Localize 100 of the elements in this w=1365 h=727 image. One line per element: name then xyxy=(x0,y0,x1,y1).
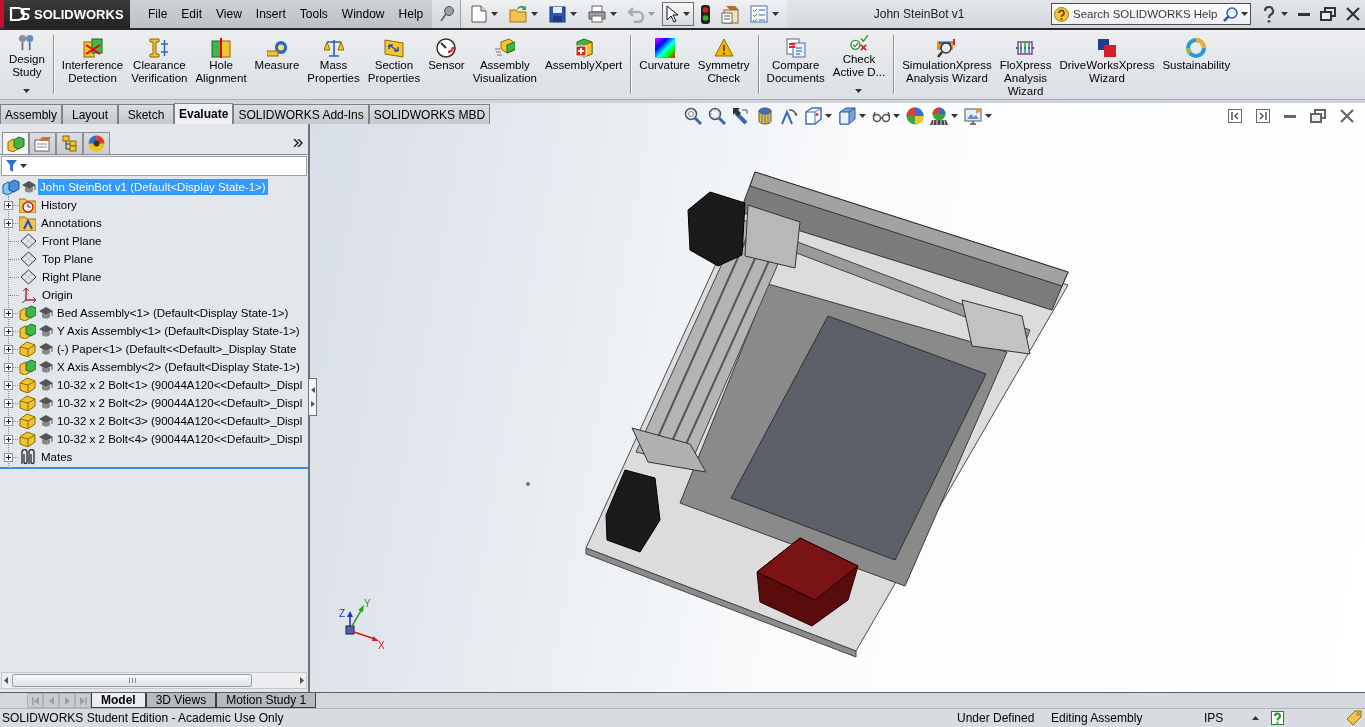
apply-scene-button[interactable] xyxy=(927,105,960,127)
plane-icon xyxy=(20,233,37,249)
ribbon-button[interactable]: Compare Documents xyxy=(763,30,828,99)
tree-item[interactable]: Annotations xyxy=(39,215,104,231)
axis-label: X xyxy=(378,640,385,651)
ribbon-button[interactable]: Mass Properties xyxy=(304,30,363,99)
tree-item[interactable]: History xyxy=(39,197,79,213)
tree-item[interactable]: Bed Assembly<1> (Default<Display State-1>) xyxy=(55,305,291,321)
view-settings-button[interactable] xyxy=(961,105,994,127)
tree-item[interactable]: 10-32 x 2 Bolt<1> (90044A120<<Default>_Displ xyxy=(55,377,305,393)
panel-collapse-handle[interactable] xyxy=(309,378,317,416)
undo-arrow-icon xyxy=(628,5,645,23)
expand-toggle[interactable] xyxy=(4,362,13,372)
expand-toggle[interactable] xyxy=(4,416,13,426)
command-tab[interactable]: Evaluate xyxy=(174,103,234,124)
color-ball-icon xyxy=(88,135,105,152)
block-icon xyxy=(19,341,36,357)
model-tab[interactable]: Model xyxy=(91,693,146,708)
ring-icon xyxy=(1186,38,1207,58)
magnifier-icon xyxy=(707,107,726,125)
clock-folder-icon xyxy=(19,197,36,213)
tree-item[interactable]: 10-32 x 2 Bolt<3> (90044A120<<Default>_Displ xyxy=(55,413,305,429)
ribbon-button[interactable]: DriveWorksXpress Wizard xyxy=(1056,30,1158,99)
ribbon-button[interactable]: Curvature xyxy=(636,30,693,99)
ribbon-button[interactable]: Interference Detection xyxy=(58,30,127,99)
status-field: Under Defined xyxy=(957,711,1051,725)
axis-label: Z xyxy=(339,608,346,619)
logo-mark-icon xyxy=(9,6,31,22)
cube-plus-icon xyxy=(573,38,594,58)
blocks-icon xyxy=(19,359,36,375)
menu-item[interactable]: Help xyxy=(391,4,431,24)
menu-item[interactable]: View xyxy=(209,4,249,24)
tree-item[interactable]: Mates xyxy=(39,449,75,465)
cube-icon xyxy=(803,107,822,125)
tree-item[interactable]: (-) Paper<1> (Default<<Default>_Display State xyxy=(55,341,299,357)
command-tab[interactable]: SOLIDWORKS MBD xyxy=(368,104,491,124)
command-tab[interactable]: SOLIDWORKS Add-Ins xyxy=(233,104,369,124)
expand-toggle[interactable] xyxy=(4,308,13,318)
tree-item[interactable]: Right Plane xyxy=(40,269,104,285)
block-icon xyxy=(494,38,515,58)
floppy-icon xyxy=(549,5,567,23)
expand-toggle[interactable] xyxy=(4,434,13,444)
ribbon-button[interactable]: Hole Alignment xyxy=(192,30,250,99)
tree-item[interactable]: Top Plane xyxy=(40,251,96,267)
menu-item[interactable]: File xyxy=(141,4,175,24)
tree-item[interactable]: X Axis Assembly<2> (Default<Display State-1>) xyxy=(55,359,302,375)
ribbon-button[interactable]: Sensor xyxy=(425,30,468,99)
first-page-icon xyxy=(31,696,39,705)
select-button[interactable] xyxy=(662,2,695,26)
expand-toggle[interactable] xyxy=(4,398,13,408)
ribbon-button[interactable]: Design Study xyxy=(6,30,48,99)
expand-toggle[interactable] xyxy=(4,452,13,462)
expand-toggle[interactable] xyxy=(4,326,13,336)
tree-item[interactable]: 10-32 x 2 Bolt<2> (90044A120<<Default>_Displ xyxy=(55,395,305,411)
double-arrow-icon xyxy=(310,385,315,409)
expand-toggle[interactable] xyxy=(4,218,13,228)
scrollbar-thumb[interactable] xyxy=(12,674,252,687)
expand-toggle[interactable] xyxy=(4,380,13,390)
expand-toggle[interactable] xyxy=(4,200,13,210)
scale-icon xyxy=(323,38,344,58)
tree-item[interactable]: Origin xyxy=(40,287,75,303)
ribbon-button[interactable]: AssemblyXpert xyxy=(542,30,626,99)
printer-icon xyxy=(588,5,607,23)
expand-panel-button[interactable] xyxy=(291,137,305,149)
ribbon-button[interactable]: Clearance Verification xyxy=(128,30,191,99)
mortarboard-icon xyxy=(39,307,53,319)
menu-item[interactable]: Window xyxy=(334,4,392,24)
panel-right-icon xyxy=(1256,109,1270,123)
tree-item[interactable]: Y Axis Assembly<1> (Default<Display State-1>) xyxy=(55,323,302,339)
filter-icon xyxy=(6,160,17,172)
tree-item[interactable]: 10-32 x 2 Bolt<4> (90044A120<<Default>_Displ xyxy=(55,431,305,447)
command-tab[interactable]: Sketch xyxy=(118,104,174,124)
expand-toggle[interactable] xyxy=(4,344,13,354)
ribbon-button[interactable]: Sustainability xyxy=(1159,30,1234,99)
menu-item[interactable]: Insert xyxy=(248,4,293,24)
search-field[interactable]: Search SOLIDWORKS Help xyxy=(1051,3,1251,25)
command-tab[interactable]: Layout xyxy=(62,104,118,124)
documents-icon xyxy=(785,38,806,58)
command-tab[interactable]: Assembly xyxy=(0,104,62,124)
panel-tab[interactable] xyxy=(83,132,110,154)
panel-tab[interactable] xyxy=(2,132,29,154)
plane-icon xyxy=(20,269,37,285)
horizontal-scrollbar[interactable] xyxy=(1,672,307,689)
document-icon xyxy=(471,5,488,23)
ribbon-button[interactable]: Section Properties xyxy=(364,30,424,99)
ribbon-button[interactable]: Symmetry Check xyxy=(694,30,753,99)
monitor-icon xyxy=(963,107,982,125)
ribbon-button[interactable]: FloXpress Analysis Wizard xyxy=(996,30,1055,99)
ribbon-button[interactable]: Check Active D... xyxy=(829,30,889,99)
model-tab[interactable]: Motion Study 1 xyxy=(216,693,317,708)
ribbon-button[interactable]: Assembly Visualization xyxy=(469,30,540,99)
model-tab[interactable]: 3D Views xyxy=(145,693,217,708)
filter-field[interactable] xyxy=(1,156,307,176)
menu-item[interactable]: Edit xyxy=(174,4,210,24)
menu-item[interactable]: Tools xyxy=(292,4,335,24)
caret-up-icon xyxy=(1251,716,1259,720)
ribbon-button[interactable]: Measure xyxy=(251,30,303,99)
tree-item[interactable]: Front Plane xyxy=(40,233,104,249)
ribbon-button[interactable]: SimulationXpress Analysis Wizard xyxy=(899,30,995,99)
help-bubble-icon xyxy=(1054,6,1069,22)
